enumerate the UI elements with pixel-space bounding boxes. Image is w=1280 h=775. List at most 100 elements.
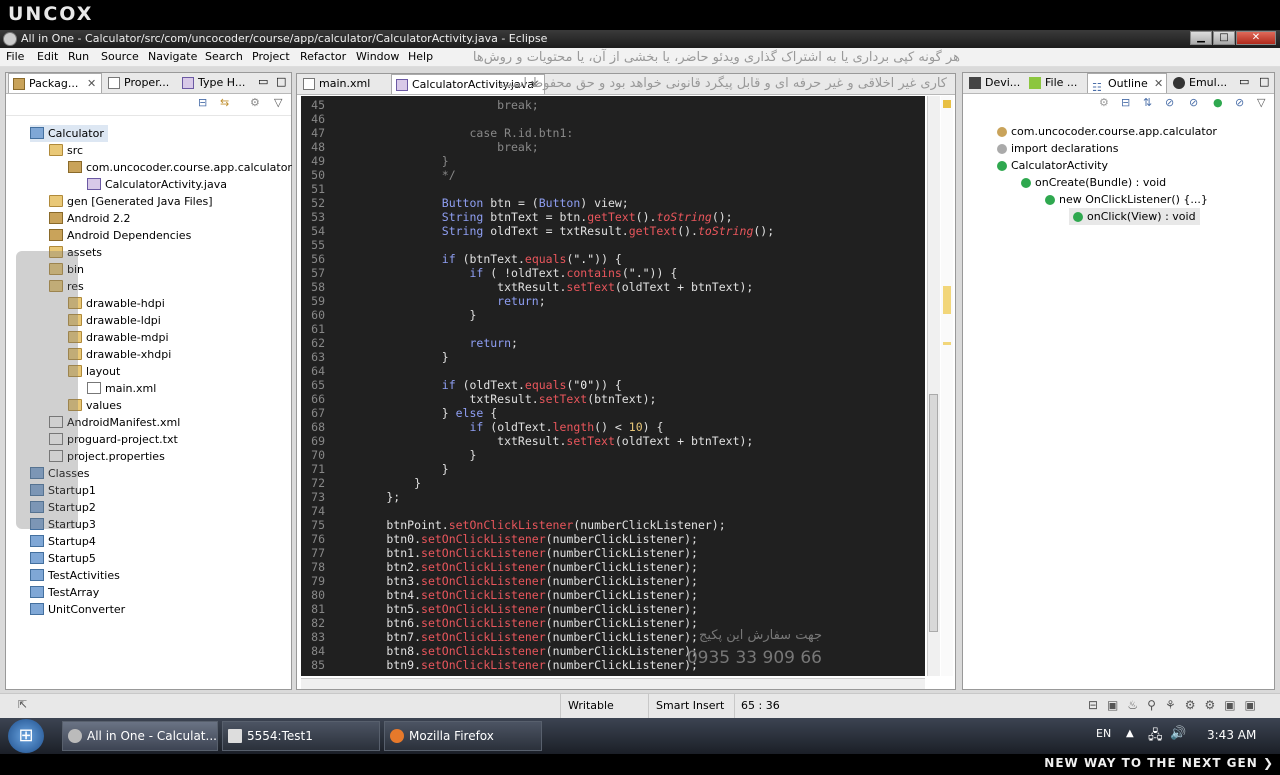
minimize-view-icon[interactable]: ▭	[258, 75, 268, 88]
start-button[interactable]: ⊞	[8, 719, 44, 753]
maximize-view-icon[interactable]: □	[1259, 75, 1269, 88]
outline-item[interactable]: onCreate(Bundle) : void	[1021, 174, 1166, 191]
tree-item[interactable]: CalculatorActivity.java	[87, 176, 227, 193]
code-line[interactable]: }	[331, 154, 449, 168]
volume-icon[interactable]: 🔊	[1170, 726, 1186, 741]
tree-item[interactable]: drawable-mdpi	[68, 329, 169, 346]
hide-static-icon[interactable]: ⊘	[1189, 96, 1198, 109]
taskbar-item-eclipse[interactable]: All in One - Calculat...	[62, 721, 218, 751]
tree-item[interactable]: TestActivities	[30, 567, 120, 584]
close-tab-icon[interactable]: ✕	[1154, 74, 1163, 93]
outline-item[interactable]: import declarations	[997, 140, 1118, 157]
hide-nonpublic-icon[interactable]: ●	[1213, 96, 1223, 109]
tree-item[interactable]: Startup5	[30, 550, 96, 567]
code-line[interactable]: btn3.setOnClickListener(numberClickListe…	[331, 574, 698, 588]
tree-item[interactable]: Android Dependencies	[49, 227, 191, 244]
menu-refactor[interactable]: Refactor	[300, 50, 346, 63]
code-line[interactable]: btn1.setOnClickListener(numberClickListe…	[331, 546, 698, 560]
code-line[interactable]: return;	[331, 294, 545, 308]
code-line[interactable]: break;	[331, 140, 539, 154]
tree-item[interactable]: Android 2.2	[49, 210, 131, 227]
tree-item[interactable]: Calculator	[30, 125, 108, 142]
tab-properties[interactable]: Proper...	[104, 73, 176, 93]
maximize-view-icon[interactable]: □	[276, 75, 286, 88]
menu-source[interactable]: Source	[101, 50, 139, 63]
code-line[interactable]: }	[331, 448, 476, 462]
tree-item[interactable]: Startup4	[30, 533, 96, 550]
outline-item[interactable]: CalculatorActivity	[997, 157, 1108, 174]
code-line[interactable]: }	[331, 308, 476, 322]
code-line[interactable]: }	[331, 462, 449, 476]
code-line[interactable]: if (oldText.equals("0")) {	[331, 378, 622, 392]
close-button[interactable]: ✕	[1236, 31, 1276, 45]
code-line[interactable]: case R.id.btn1:	[331, 126, 573, 140]
outline-item[interactable]: new OnClickListener() {...}	[1045, 191, 1208, 208]
code-line[interactable]: }	[331, 476, 421, 490]
code-line[interactable]: }	[331, 350, 449, 364]
tree-item[interactable]: main.xml	[87, 380, 156, 397]
code-line[interactable]: } else {	[331, 406, 497, 420]
code-line[interactable]: btn2.setOnClickListener(numberClickListe…	[331, 560, 698, 574]
hide-local-types-icon[interactable]: ⊘	[1235, 96, 1244, 109]
hide-fields-icon[interactable]: ⊘	[1165, 96, 1174, 109]
minimize-button[interactable]: ▁	[1190, 31, 1212, 45]
code-line[interactable]: String oldText = txtResult.getText().toS…	[331, 224, 774, 238]
menu-edit[interactable]: Edit	[37, 50, 58, 63]
tree-item[interactable]: drawable-hdpi	[68, 295, 165, 312]
occurrence-marker[interactable]	[943, 342, 951, 345]
code-line[interactable]: */	[331, 168, 456, 182]
menu-navigate[interactable]: Navigate	[148, 50, 197, 63]
tab-emulator[interactable]: Emul...	[1169, 73, 1231, 93]
tab-file-explorer[interactable]: File ...	[1025, 73, 1085, 93]
code-line[interactable]: return;	[331, 336, 517, 350]
taskbar-item-firefox[interactable]: Mozilla Firefox	[384, 721, 542, 751]
taskbar-item-emulator[interactable]: 5554:Test1	[222, 721, 380, 751]
code-line[interactable]: btn4.setOnClickListener(numberClickListe…	[331, 588, 698, 602]
view-dropdown-icon[interactable]: ▽	[274, 96, 282, 109]
close-tab-icon[interactable]: ✕	[87, 74, 96, 93]
tree-item[interactable]: TestArray	[30, 584, 99, 601]
tree-item[interactable]: src	[49, 142, 83, 159]
sort-icon[interactable]: ⇅	[1143, 96, 1152, 109]
tree-item[interactable]: com.uncocoder.course.app.calculator	[68, 159, 292, 176]
menu-file[interactable]: File	[6, 50, 24, 63]
horizontal-scrollbar[interactable]	[301, 678, 925, 689]
tree-item[interactable]: drawable-ldpi	[68, 312, 161, 329]
code-line[interactable]: if ( !oldText.contains(".")) {	[331, 266, 677, 280]
annotation-marker[interactable]	[943, 100, 951, 108]
link-with-editor-icon[interactable]: ⇆	[220, 96, 229, 109]
occurrence-marker[interactable]	[943, 286, 951, 314]
collapse-all-icon[interactable]: ⊟	[1121, 96, 1130, 109]
code-line[interactable]: txtResult.setText(btnText);	[331, 392, 656, 406]
tree-item[interactable]: gen [Generated Java Files]	[49, 193, 213, 210]
minimize-view-icon[interactable]: ▭	[1239, 75, 1249, 88]
network-icon[interactable]: 🖧	[1148, 726, 1163, 748]
collapse-all-icon[interactable]: ⊟	[198, 96, 207, 109]
tab-type-hierarchy[interactable]: Type H...	[178, 73, 250, 93]
overview-ruler[interactable]	[941, 96, 953, 676]
code-line[interactable]: txtResult.setText(oldText + btnText);	[331, 434, 753, 448]
show-hidden-icons-icon[interactable]: ▲	[1126, 728, 1134, 739]
code-line[interactable]: btn0.setOnClickListener(numberClickListe…	[331, 532, 698, 546]
code-line[interactable]: btn5.setOnClickListener(numberClickListe…	[331, 602, 698, 616]
tab-main-xml[interactable]: main.xml	[299, 74, 377, 94]
tab-devices[interactable]: Devi...	[965, 73, 1023, 93]
tree-item[interactable]: UnitConverter	[30, 601, 125, 618]
code-line[interactable]: if (oldText.length() < 10) {	[331, 420, 663, 434]
fast-view-icon[interactable]: ⇱	[18, 698, 27, 711]
code-line[interactable]: txtResult.setText(oldText + btnText);	[331, 280, 753, 294]
code-line[interactable]: String btnText = btn.getText().toString(…	[331, 210, 733, 224]
code-line[interactable]: btnPoint.setOnClickListener(numberClickL…	[331, 518, 725, 532]
outline-item[interactable]: com.uncocoder.course.app.calculator	[997, 123, 1217, 140]
tree-item[interactable]: drawable-xhdpi	[68, 346, 171, 363]
code-line[interactable]: break;	[331, 98, 539, 112]
outline-item[interactable]: onClick(View) : void	[1069, 208, 1200, 225]
view-menu-icon[interactable]: ⚙	[250, 96, 260, 109]
language-indicator[interactable]: EN	[1096, 727, 1111, 740]
clock[interactable]: 3:43 AM	[1207, 728, 1256, 742]
menu-search[interactable]: Search	[205, 50, 243, 63]
menu-run[interactable]: Run	[68, 50, 89, 63]
tab-outline[interactable]: ☷ Outline ✕	[1087, 73, 1167, 93]
menu-project[interactable]: Project	[252, 50, 290, 63]
code-line[interactable]: };	[331, 490, 400, 504]
